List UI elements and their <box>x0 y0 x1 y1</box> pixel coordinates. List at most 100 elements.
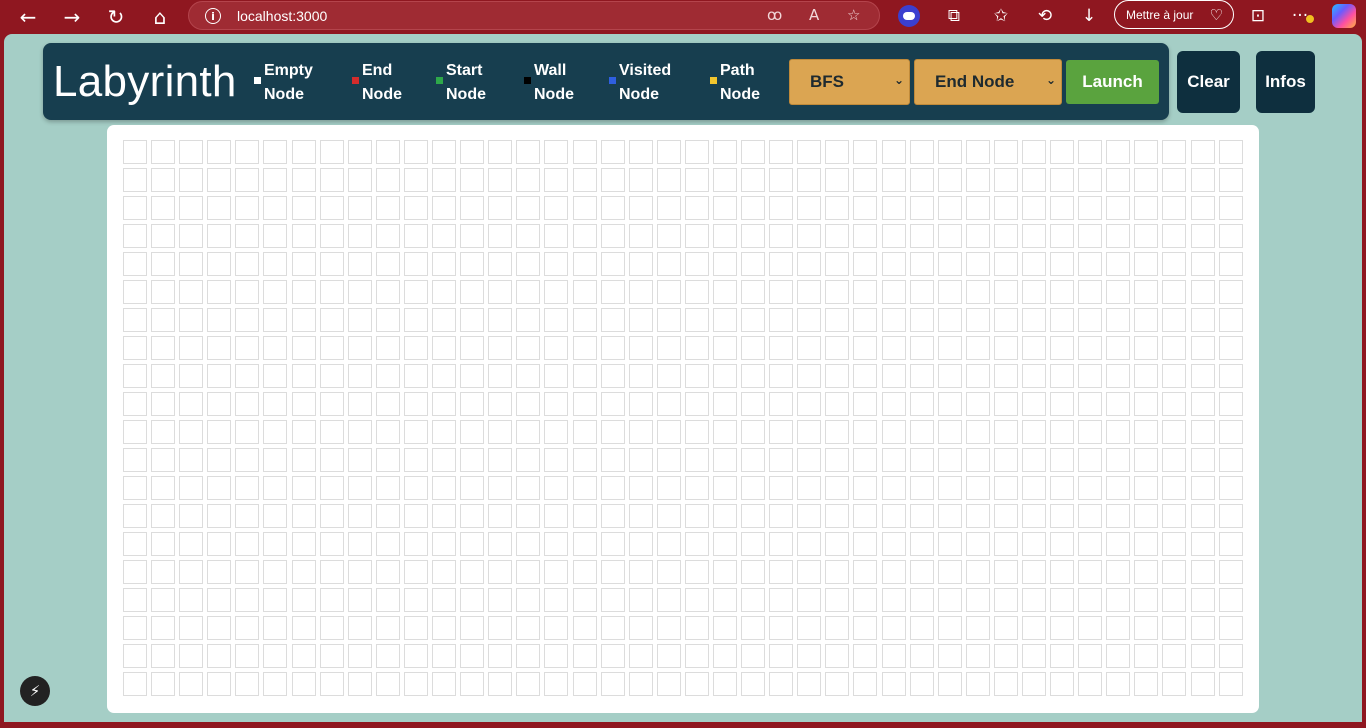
grid-cell[interactable] <box>123 392 147 416</box>
grid-cell[interactable] <box>488 196 513 220</box>
grid-cell[interactable] <box>179 504 204 528</box>
grid-cell[interactable] <box>1106 672 1131 696</box>
grid-cell[interactable] <box>151 280 176 304</box>
grid-cell[interactable] <box>1106 308 1131 332</box>
grid-cell[interactable] <box>600 588 625 612</box>
grid-cell[interactable] <box>235 336 260 360</box>
grid-cell[interactable] <box>937 392 962 416</box>
grid-cell[interactable] <box>347 448 372 472</box>
grid-cell[interactable] <box>319 420 344 444</box>
grid-cell[interactable] <box>572 364 597 388</box>
forward-arrow-icon[interactable]: → <box>58 3 86 31</box>
grid-cell[interactable] <box>993 252 1018 276</box>
grid-cell[interactable] <box>965 196 990 220</box>
grid-cell[interactable] <box>1190 644 1215 668</box>
grid-cell[interactable] <box>853 448 878 472</box>
grid-cell[interactable] <box>741 364 766 388</box>
grid-cell[interactable] <box>741 140 766 164</box>
grid-cell[interactable] <box>347 168 372 192</box>
grid-cell[interactable] <box>1078 560 1103 584</box>
grid-cell[interactable] <box>1078 364 1103 388</box>
grid-cell[interactable] <box>151 504 176 528</box>
grid-cell[interactable] <box>179 224 204 248</box>
grid-cell[interactable] <box>375 588 400 612</box>
grid-cell[interactable] <box>769 308 794 332</box>
grid-cell[interactable] <box>460 588 485 612</box>
grid-cell[interactable] <box>488 532 513 556</box>
grid-cell[interactable] <box>628 280 653 304</box>
grid-cell[interactable] <box>488 644 513 668</box>
grid-cell[interactable] <box>347 476 372 500</box>
grid-cell[interactable] <box>628 252 653 276</box>
grid-cell[interactable] <box>403 308 428 332</box>
grid-cell[interactable] <box>291 364 316 388</box>
grid-cell[interactable] <box>403 476 428 500</box>
grid-cell[interactable] <box>460 224 485 248</box>
grid-cell[interactable] <box>347 560 372 584</box>
grid-cell[interactable] <box>600 168 625 192</box>
grid-cell[interactable] <box>965 364 990 388</box>
grid-cell[interactable] <box>1134 588 1159 612</box>
grid-cell[interactable] <box>797 504 822 528</box>
grid-cell[interactable] <box>909 336 934 360</box>
grid-cell[interactable] <box>656 616 681 640</box>
grid-cell[interactable] <box>881 560 906 584</box>
grid-cell[interactable] <box>1162 280 1187 304</box>
grid-cell[interactable] <box>937 196 962 220</box>
grid-cell[interactable] <box>1134 168 1159 192</box>
grid-cell[interactable] <box>600 224 625 248</box>
grid-cell[interactable] <box>516 476 541 500</box>
grid-cell[interactable] <box>853 280 878 304</box>
grid-cell[interactable] <box>909 420 934 444</box>
grid-cell[interactable] <box>769 420 794 444</box>
address-url[interactable]: localhost:3000 <box>237 8 327 24</box>
grid-cell[interactable] <box>488 168 513 192</box>
grid-cell[interactable] <box>179 532 204 556</box>
grid-cell[interactable] <box>151 196 176 220</box>
grid-cell[interactable] <box>1050 168 1075 192</box>
site-info-icon[interactable]: i <box>205 8 221 24</box>
grid-cell[interactable] <box>1190 532 1215 556</box>
grid-cell[interactable] <box>769 476 794 500</box>
grid-cell[interactable] <box>207 672 232 696</box>
grid-cell[interactable] <box>853 560 878 584</box>
grid-cell[interactable] <box>375 336 400 360</box>
grid-cell[interactable] <box>1162 532 1187 556</box>
grid-cell[interactable] <box>712 308 737 332</box>
grid-cell[interactable] <box>207 224 232 248</box>
grid-cell[interactable] <box>1078 616 1103 640</box>
grid-cell[interactable] <box>263 364 288 388</box>
grid-cell[interactable] <box>516 448 541 472</box>
grid-cell[interactable] <box>460 140 485 164</box>
grid-cell[interactable] <box>1134 196 1159 220</box>
grid-cell[interactable] <box>881 532 906 556</box>
grid-cell[interactable] <box>769 140 794 164</box>
grid-cell[interactable] <box>684 252 709 276</box>
grid-cell[interactable] <box>263 616 288 640</box>
grid-cell[interactable] <box>403 168 428 192</box>
grid-cell[interactable] <box>263 588 288 612</box>
grid-cell[interactable] <box>263 420 288 444</box>
grid-cell[interactable] <box>1190 224 1215 248</box>
grid-cell[interactable] <box>684 224 709 248</box>
grid-cell[interactable] <box>993 504 1018 528</box>
grid-cell[interactable] <box>544 140 569 164</box>
grid-cell[interactable] <box>291 560 316 584</box>
grid-cell[interactable] <box>937 280 962 304</box>
grid-cell[interactable] <box>375 532 400 556</box>
grid-cell[interactable] <box>712 364 737 388</box>
grid-cell[interactable] <box>1022 532 1046 556</box>
grid-cell[interactable] <box>853 308 878 332</box>
grid-cell[interactable] <box>235 616 260 640</box>
grid-cell[interactable] <box>881 364 906 388</box>
algorithm-select[interactable]: BFS ⌄ <box>789 59 910 105</box>
grid-cell[interactable] <box>291 308 316 332</box>
grid-cell[interactable] <box>572 672 597 696</box>
grid-cell[interactable] <box>123 588 147 612</box>
grid-cell[interactable] <box>207 560 232 584</box>
grid-cell[interactable] <box>600 364 625 388</box>
grid-cell[interactable] <box>1162 252 1187 276</box>
grid-cell[interactable] <box>347 644 372 668</box>
grid-cell[interactable] <box>1050 672 1075 696</box>
grid-cell[interactable] <box>1162 504 1187 528</box>
